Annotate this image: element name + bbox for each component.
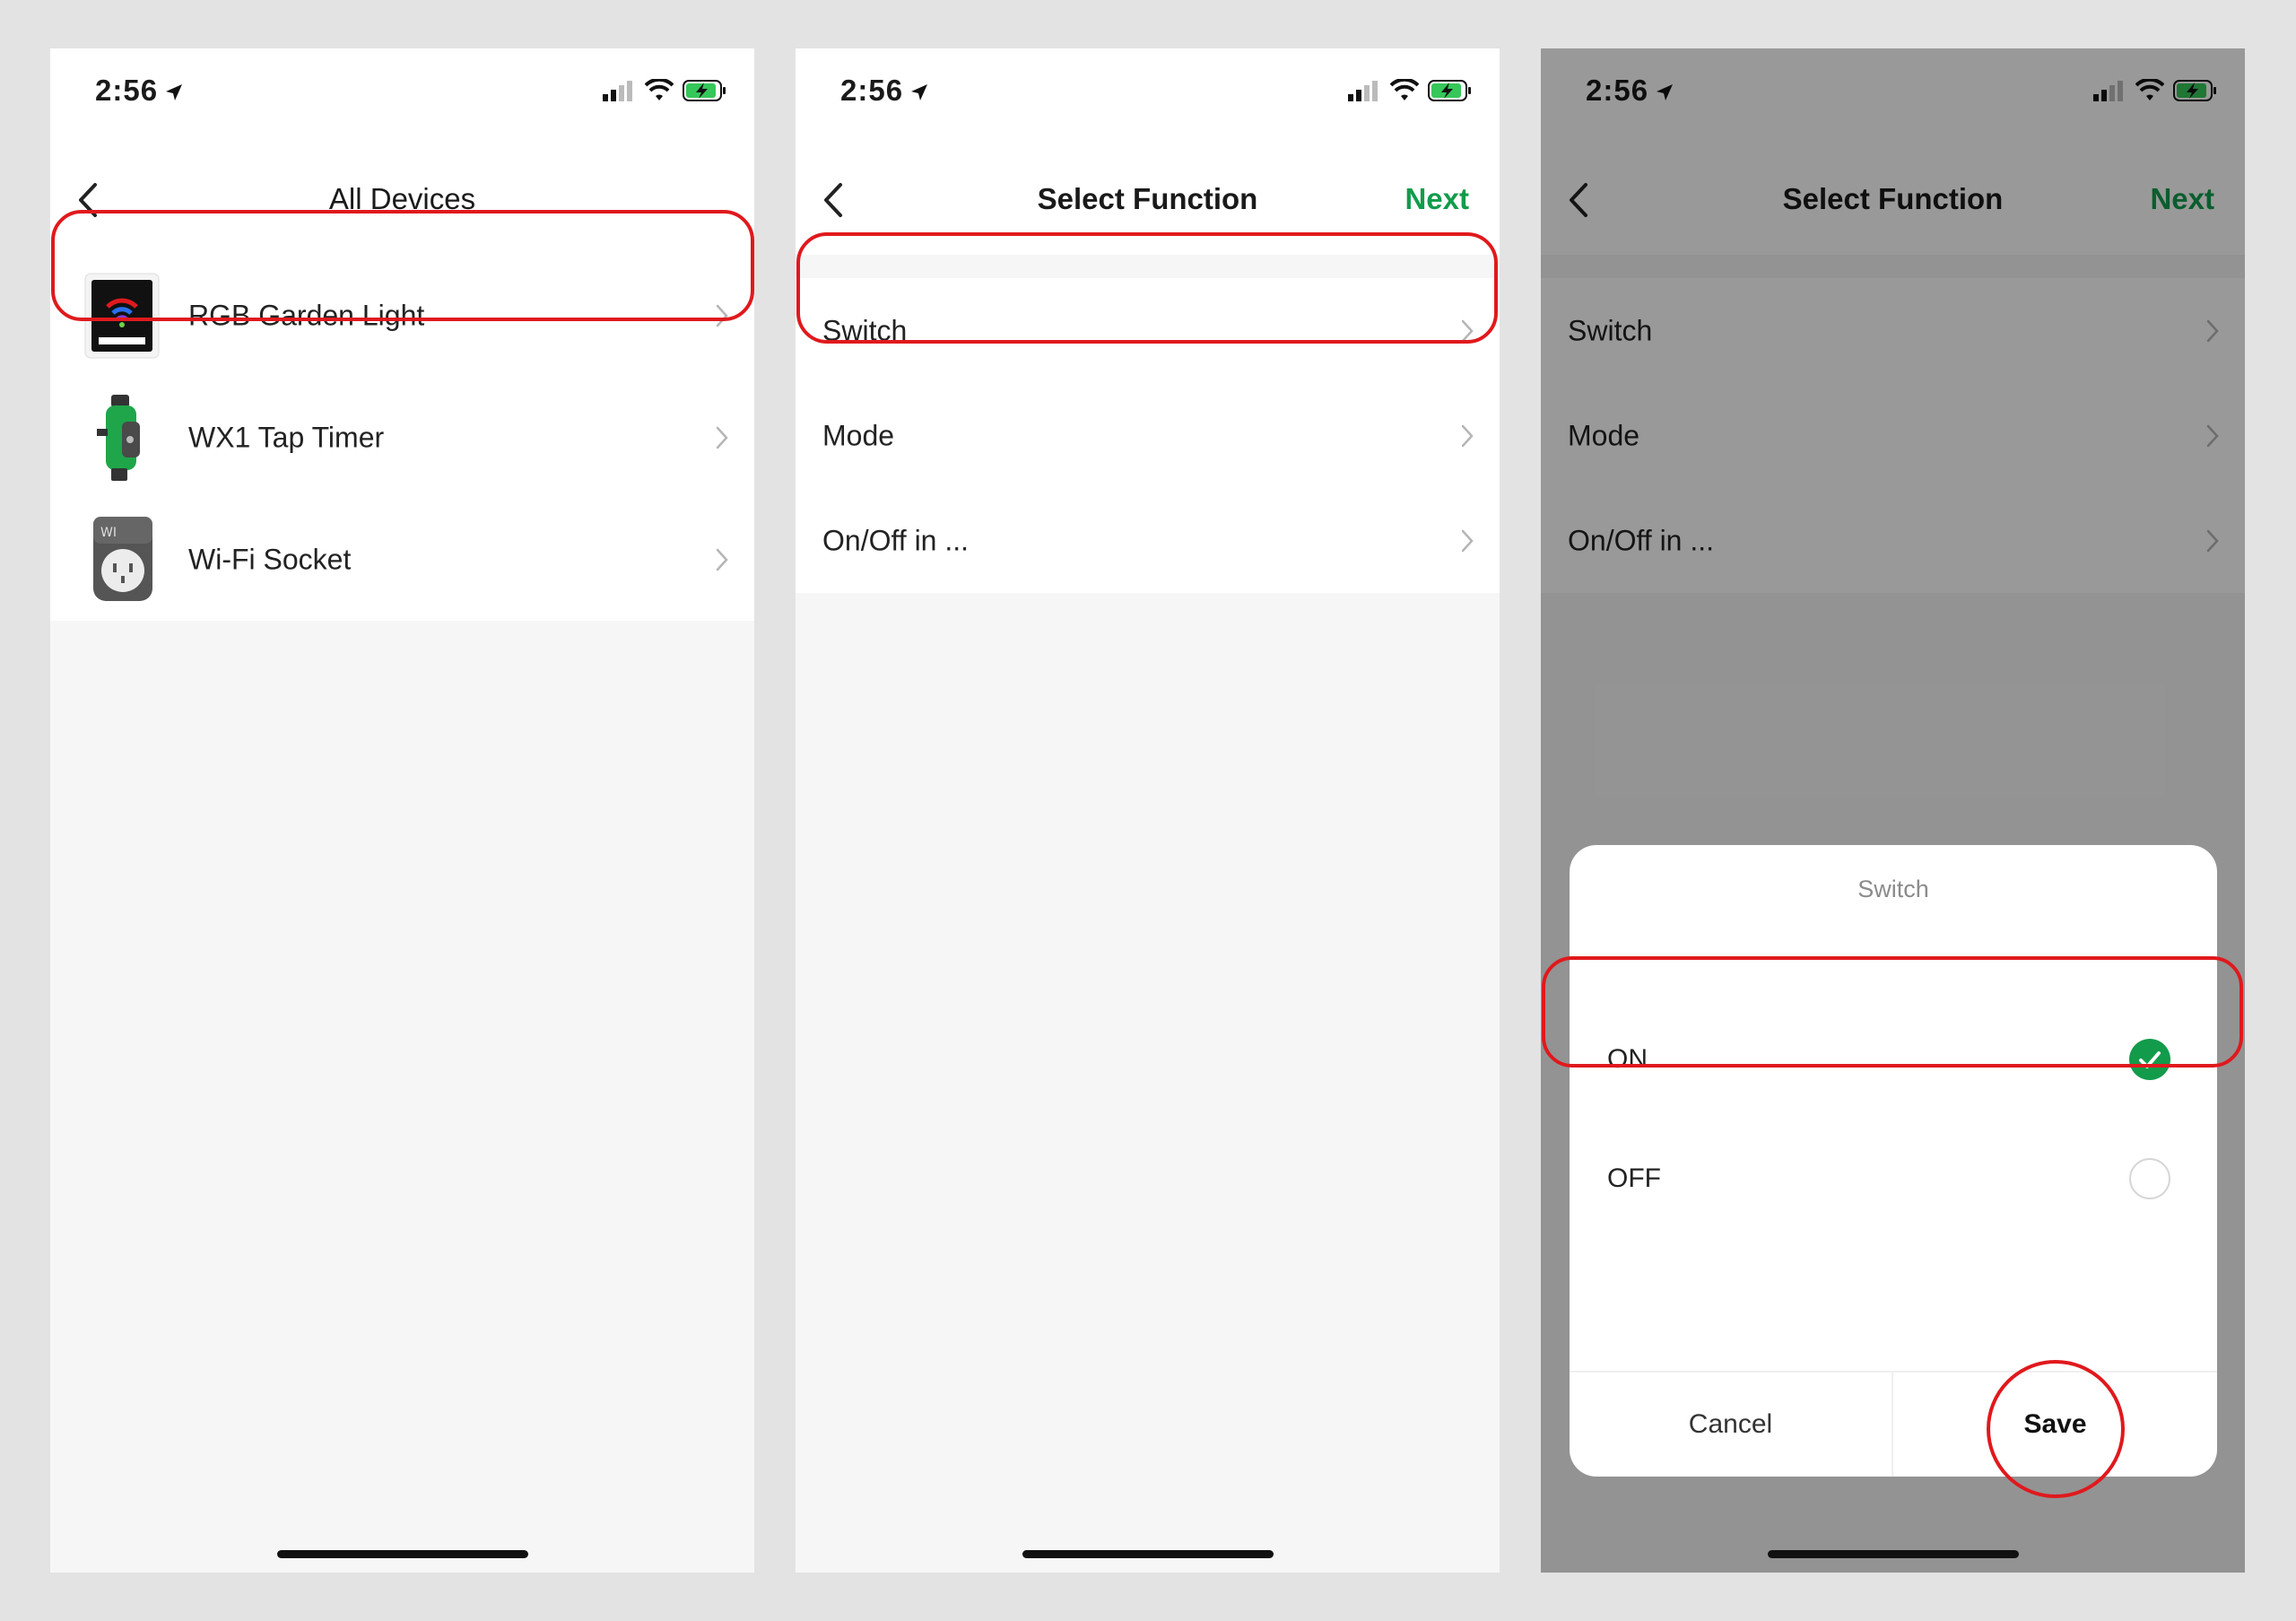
status-time: 2:56 <box>95 74 185 108</box>
option-on[interactable]: ON <box>1570 1006 2217 1113</box>
switch-action-sheet: Switch ON OFF Cancel Save <box>1570 845 2217 1477</box>
home-indicator <box>1767 1550 2019 1558</box>
cancel-button[interactable]: Cancel <box>1570 1373 1893 1477</box>
battery-charging-icon <box>683 80 726 101</box>
chevron-right-icon <box>716 304 728 327</box>
device-row-wx1-tap-timer[interactable]: WX1 Tap Timer <box>50 377 754 499</box>
home-indicator <box>276 1550 528 1558</box>
sheet-footer: Cancel Save <box>1570 1371 2217 1477</box>
home-indicator <box>1022 1550 1274 1558</box>
nav-bar: All Devices <box>50 147 754 255</box>
status-bar: 2:56 <box>50 48 754 147</box>
chevron-right-icon <box>1461 529 1474 552</box>
location-arrow-icon <box>166 84 183 101</box>
device-label: Wi-Fi Socket <box>188 543 352 576</box>
function-row-on-off-in[interactable]: On/Off in ... <box>796 488 1500 593</box>
chevron-right-icon <box>1461 319 1474 342</box>
function-row-switch[interactable]: Switch <box>796 278 1500 383</box>
chevron-right-icon <box>1461 424 1474 447</box>
svg-text:WI: WI <box>100 526 117 540</box>
tap-timer-device-icon <box>84 395 160 481</box>
function-label: Mode <box>822 419 895 451</box>
phone-screen-select-function: 2:56 Select Function Next Switch Mode On… <box>796 48 1500 1573</box>
option-label: OFF <box>1607 1163 1661 1193</box>
signal-icon <box>603 81 633 101</box>
signal-icon <box>1348 81 1378 101</box>
status-icons <box>1343 79 1473 106</box>
phone-screen-switch-sheet: 2:56 Select Function Next Switch Mode On… <box>1541 48 2245 1573</box>
status-time: 2:56 <box>840 74 930 108</box>
function-label: On/Off in ... <box>822 524 970 556</box>
next-button[interactable]: Next <box>1405 182 1469 216</box>
device-row-wifi-socket[interactable]: WI Wi-Fi Socket <box>50 499 754 621</box>
status-bar: 2:56 <box>796 48 1500 147</box>
rgb-light-device-icon <box>84 273 160 359</box>
location-arrow-icon <box>911 84 928 101</box>
nav-bar: Select Function Next <box>796 147 1500 255</box>
sheet-title: Switch <box>1857 876 1929 902</box>
checkmark-selected-icon[interactable] <box>2129 1039 2170 1080</box>
wifi-icon <box>1389 79 1419 100</box>
page-title: Select Function <box>1037 182 1258 215</box>
device-row-rgb-garden-light[interactable]: RGB Garden Light <box>50 255 754 377</box>
battery-charging-icon <box>1428 80 1471 101</box>
function-label: Switch <box>822 314 908 346</box>
radio-unselected-icon[interactable] <box>2129 1158 2170 1199</box>
page-title: All Devices <box>328 182 476 215</box>
chevron-right-icon <box>716 426 728 449</box>
wifi-socket-device-icon: WI <box>84 517 160 603</box>
phone-screen-all-devices: 2:56 All Devices RGB Garden Light WX1 Ta… <box>50 48 754 1573</box>
option-label: ON <box>1607 1044 1648 1074</box>
status-icons <box>597 79 727 106</box>
wifi-icon <box>644 79 674 100</box>
device-label: WX1 Tap Timer <box>188 421 385 454</box>
chevron-right-icon <box>716 548 728 571</box>
function-list: Switch Mode On/Off in ... <box>796 278 1500 593</box>
device-label: RGB Garden Light <box>188 299 425 332</box>
function-row-mode[interactable]: Mode <box>796 383 1500 488</box>
option-off[interactable]: OFF <box>1570 1125 2217 1233</box>
device-list: RGB Garden Light WX1 Tap Timer WI Wi-Fi … <box>50 255 754 621</box>
save-button[interactable]: Save <box>1893 1373 2217 1477</box>
